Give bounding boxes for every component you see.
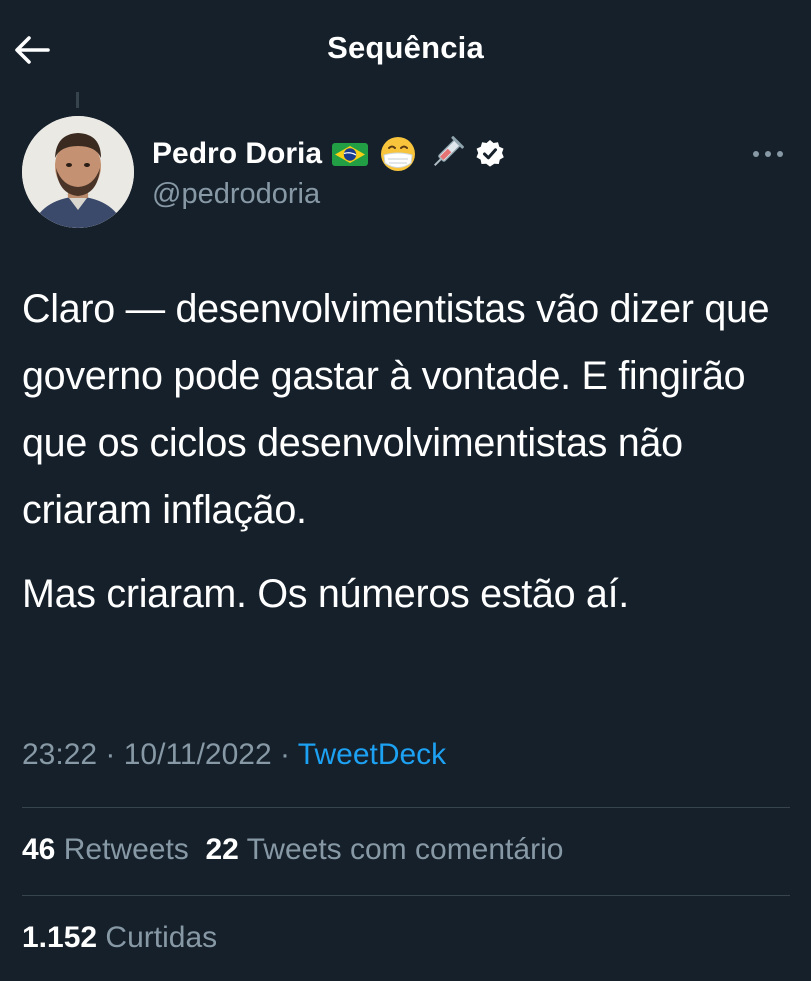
author-display-name[interactable]: Pedro Doria: [152, 137, 322, 171]
syringe-icon: [434, 136, 465, 167]
tweet-time: 23:22: [22, 738, 98, 771]
author-handle[interactable]: @pedrodoria: [152, 178, 320, 211]
retweets-count: 46: [22, 833, 56, 866]
retweets-stat[interactable]: 46 Retweets: [22, 833, 189, 866]
brazil-flag-icon: [332, 143, 369, 166]
thread-connector-line: [76, 92, 79, 108]
likes-count: 1.152: [22, 921, 98, 954]
tweet-paragraph-1: Claro — desenvolvimentistas vão dizer qu…: [22, 287, 770, 532]
header-bar: Sequência: [0, 0, 811, 100]
avatar-photo: [22, 116, 134, 228]
tweet-source-link[interactable]: TweetDeck: [298, 738, 446, 771]
meta-separator: ·: [271, 738, 298, 771]
tweet-paragraph-2: Mas criaram. Os números estão aí.: [22, 572, 629, 616]
avatar[interactable]: [22, 116, 134, 228]
likes-label: Curtidas: [105, 921, 218, 954]
page-title: Sequência: [327, 30, 484, 65]
likes-stat[interactable]: 1.152 Curtidas: [22, 921, 217, 954]
divider: [22, 895, 790, 896]
quote-tweets-stat[interactable]: 22 Tweets com comentário: [205, 833, 563, 866]
verified-badge-icon: [476, 140, 504, 167]
face-with-medical-mask-icon: [381, 137, 416, 171]
likes-stat-row: 1.152 Curtidas: [22, 921, 217, 955]
more-options-button[interactable]: [744, 140, 792, 168]
tweet-thread-screen: Sequência Pedro Doria @pedrodoria Claro …: [0, 0, 811, 981]
author-name-row[interactable]: Pedro Doria: [152, 132, 506, 176]
tweet-metadata: 23:22 · 10/11/2022 · TweetDeck: [22, 738, 446, 772]
tweet-date: 10/11/2022: [123, 738, 272, 771]
meta-separator: ·: [97, 738, 124, 771]
engagement-stats-row: 46 Retweets 22 Tweets com comentário: [22, 833, 563, 867]
more-horizontal-icon: [753, 151, 783, 157]
divider: [22, 807, 790, 808]
tweet-body: Claro — desenvolvimentistas vão dizer qu…: [22, 276, 792, 628]
retweets-label: Retweets: [63, 833, 189, 866]
quote-tweets-count: 22: [205, 833, 239, 866]
quote-tweets-label: Tweets com comentário: [246, 833, 564, 866]
